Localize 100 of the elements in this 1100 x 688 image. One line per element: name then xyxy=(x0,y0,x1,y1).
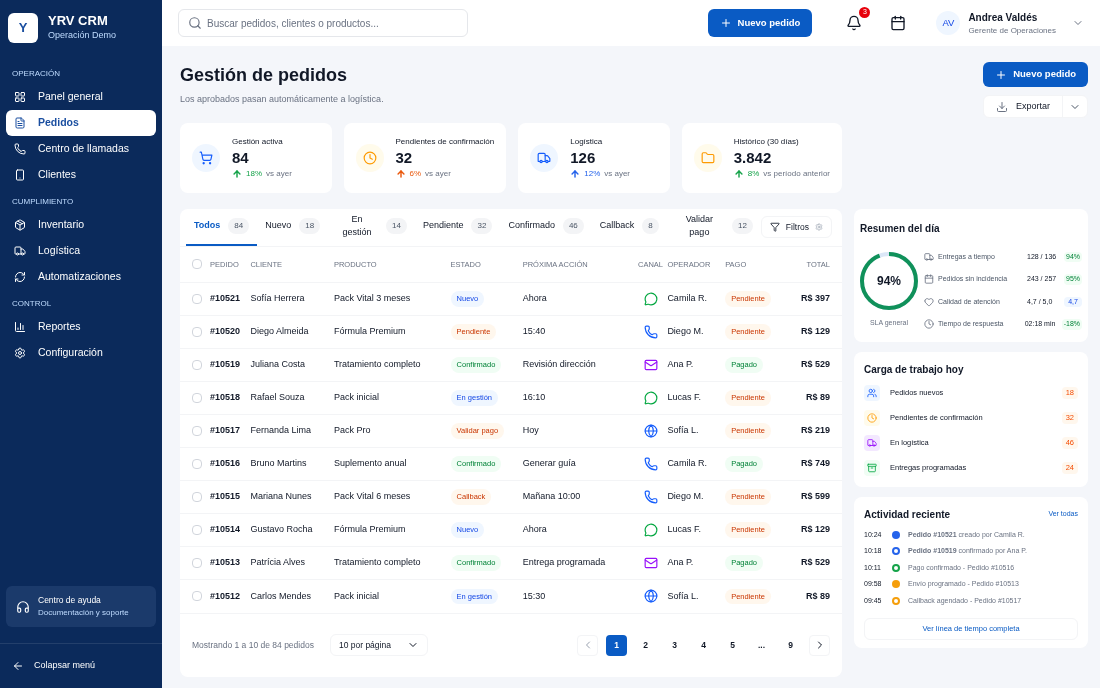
filter-tab[interactable]: Callback 8 xyxy=(591,208,667,246)
nav-item[interactable]: Automatizaciones xyxy=(6,264,156,290)
nav-item[interactable]: Logística xyxy=(6,238,156,264)
table-cell: Fórmula Premium xyxy=(333,524,406,535)
table-cell: Sofía L. xyxy=(667,590,699,601)
table-cell: Sofía Herrera xyxy=(250,293,305,304)
table-cell: Ahora xyxy=(522,293,547,304)
stat-label: Logística xyxy=(570,135,604,148)
row-checkbox[interactable] xyxy=(192,360,202,370)
nav-item[interactable]: Reportes xyxy=(6,314,156,340)
page-button[interactable]: 4 xyxy=(693,634,714,656)
user-avatar[interactable]: AV xyxy=(936,11,961,35)
help-card[interactable]: Centro de ayuda Documentación y soporte xyxy=(6,586,156,627)
table-cell: Hoy xyxy=(522,425,539,436)
nav-item[interactable]: Inventario xyxy=(6,212,156,238)
order-id: #10518 xyxy=(210,392,241,403)
nav-item[interactable]: Centro de llamadas xyxy=(6,136,156,162)
nav-item[interactable]: Clientes xyxy=(6,162,156,188)
filter-tab[interactable]: Nuevo 18 xyxy=(257,208,329,246)
page-subtitle: Los aprobados pasan automáticamente a logística. xyxy=(180,93,385,106)
page-button[interactable]: 9 xyxy=(780,634,801,656)
table-cell: Fórmula Premium xyxy=(333,326,406,337)
stat-change-note: vs ayer xyxy=(266,167,292,180)
calendar-icon xyxy=(924,274,934,285)
row-checkbox[interactable] xyxy=(192,492,202,502)
order-total: R$ 129 xyxy=(800,524,830,535)
stat-label: Pendientes de confirmación xyxy=(395,135,495,148)
order-total: R$ 89 xyxy=(805,590,830,601)
user-role: Gerente de Operaciones xyxy=(968,24,1056,37)
nav-item[interactable]: Panel general xyxy=(6,84,156,110)
page-button[interactable]: 2 xyxy=(635,634,656,656)
table-cell: Lucas F. xyxy=(667,524,701,535)
collapse-menu-button[interactable]: Colapsar menú xyxy=(0,644,162,688)
help-subtitle: Documentación y soporte xyxy=(38,607,129,619)
brand-logo: Y xyxy=(8,13,38,43)
headset-icon xyxy=(16,599,30,614)
gear-icon xyxy=(815,223,823,231)
row-checkbox[interactable] xyxy=(192,294,202,304)
nav-item[interactable]: Configuración xyxy=(6,340,156,366)
select-all-checkbox[interactable] xyxy=(192,259,202,270)
order-id: #10514 xyxy=(210,524,241,535)
previous-page-button[interactable] xyxy=(577,634,598,656)
page-button[interactable]: 1 xyxy=(606,634,627,656)
filter-tab[interactable]: En gestión 14 xyxy=(328,208,415,246)
table-cell: Gustavo Rocha xyxy=(250,524,313,535)
order-total: R$ 529 xyxy=(800,557,830,568)
plus-icon xyxy=(719,17,732,29)
row-checkbox[interactable] xyxy=(192,426,202,436)
filters-button[interactable]: Filtros xyxy=(760,216,832,238)
plus-icon xyxy=(995,68,1008,81)
table-cell: Mañana 10:00 xyxy=(522,491,581,502)
order-id: #10515 xyxy=(210,491,241,502)
nav-item[interactable]: Pedidos xyxy=(6,110,156,136)
filter-tab[interactable]: Validar pago 12 xyxy=(666,208,761,246)
bar-chart-icon xyxy=(14,321,26,333)
stat-value: 32 xyxy=(395,147,414,168)
brand-name: YRV CRM xyxy=(48,13,109,30)
export-label: Exportar xyxy=(1016,99,1050,113)
table-cell: Revisión dirección xyxy=(522,359,596,370)
stat-value: 84 xyxy=(232,147,250,168)
grid-icon xyxy=(14,91,26,103)
table-cell: Diego M. xyxy=(667,491,704,502)
chat-bubble-icon xyxy=(643,391,658,405)
card-title: Carga de trabajo hoy xyxy=(864,362,965,377)
page-title: Gestión de pedidos xyxy=(180,64,349,87)
row-checkbox[interactable] xyxy=(192,393,202,403)
phone-icon xyxy=(643,325,658,339)
stat-change-note: vs ayer xyxy=(604,167,631,180)
table-cell: Pack inicial xyxy=(333,590,379,601)
truck-icon xyxy=(14,245,26,257)
per-page-select[interactable]: 10 por página xyxy=(329,634,428,656)
filter-tab[interactable]: Todos 84 xyxy=(186,208,258,246)
order-id: #10517 xyxy=(210,425,241,436)
row-checkbox[interactable] xyxy=(192,459,202,469)
phone-icon xyxy=(643,490,658,504)
mobile-icon xyxy=(14,169,26,181)
table-cell: Tratamiento completo xyxy=(333,359,421,370)
page-button[interactable]: 3 xyxy=(664,634,685,656)
new-order-button[interactable]: Nuevo pedido xyxy=(707,9,813,37)
phone-icon xyxy=(14,143,26,155)
row-checkbox[interactable] xyxy=(192,327,202,337)
table-cell: Patrícia Alves xyxy=(250,557,305,568)
row-checkbox[interactable] xyxy=(192,525,202,535)
table-cell: Juliana Costa xyxy=(250,359,305,370)
filter-tab[interactable]: Pendiente 32 xyxy=(414,208,501,246)
search-field[interactable]: Buscar pedidos, clientes o productos... xyxy=(178,9,468,37)
page-button[interactable]: ... xyxy=(751,634,772,656)
row-checkbox[interactable] xyxy=(192,558,202,568)
cart-icon xyxy=(199,150,213,165)
order-total: R$ 89 xyxy=(805,392,830,403)
export-button[interactable]: Exportar xyxy=(983,95,1088,118)
new-order-button[interactable]: Nuevo pedido xyxy=(983,62,1088,87)
stat-change: 8% xyxy=(747,167,760,180)
mail-icon xyxy=(643,358,658,372)
filter-tab[interactable]: Confirmado 46 xyxy=(500,208,592,246)
chat-bubble-icon xyxy=(643,292,658,306)
page-button[interactable]: 5 xyxy=(722,634,743,656)
row-checkbox[interactable] xyxy=(192,591,202,602)
next-page-button[interactable] xyxy=(809,634,830,656)
card-title: Actividad reciente xyxy=(864,507,951,522)
